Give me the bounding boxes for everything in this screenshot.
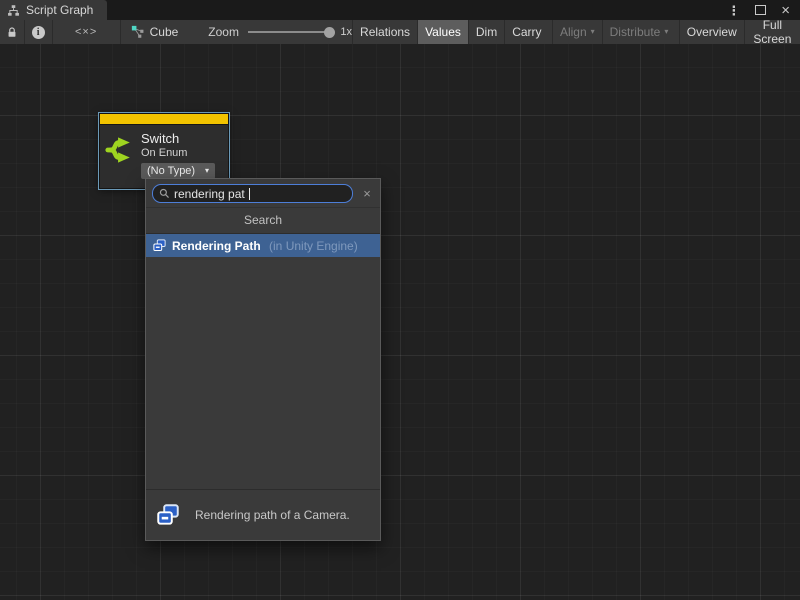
- graph-owner-label: Cube: [150, 25, 179, 39]
- tab-label: Script Graph: [26, 3, 93, 17]
- chevron-down-icon: ▾: [664, 28, 668, 36]
- graph-toolbar: i <×> Cube Zoom 1x Relat: [0, 20, 800, 44]
- result-row-rendering-path[interactable]: Rendering Path (in Unity Engine): [146, 234, 380, 257]
- zoom-slider[interactable]: [248, 20, 331, 44]
- graph-hierarchy-icon: [7, 4, 20, 17]
- code-icon: <×>: [75, 26, 97, 38]
- result-description: Rendering path of a Camera.: [195, 508, 350, 522]
- enum-icon: [155, 502, 181, 528]
- enum-icon: [152, 238, 167, 253]
- search-input[interactable]: rendering pat: [152, 184, 353, 203]
- maximize-icon[interactable]: [755, 5, 766, 15]
- tab-bar: Script Graph ⋮ ×: [0, 0, 800, 20]
- zoom-label: Zoom: [208, 20, 239, 44]
- search-query-text: rendering pat: [174, 187, 245, 201]
- carry-button[interactable]: Carry: [504, 20, 548, 44]
- toolbar-button-group: Relations Values Dim Carry Align ▾ Distr…: [352, 20, 800, 44]
- zoom-slider-track: [248, 31, 331, 33]
- info-button[interactable]: i: [24, 20, 51, 44]
- window-controls: ⋮ ×: [727, 0, 800, 20]
- node-subtitle: On Enum: [141, 146, 215, 160]
- fuzzy-finder-popup: rendering pat × Search Rendering Path (i…: [145, 178, 381, 541]
- zoom-slider-handle[interactable]: [324, 27, 335, 38]
- graph-canvas[interactable]: Switch On Enum (No Type) ▾: [0, 44, 800, 600]
- relations-button[interactable]: Relations: [352, 20, 417, 44]
- distribute-dropdown-button[interactable]: Distribute ▾: [602, 20, 676, 44]
- branch-arrows-icon: [104, 135, 134, 165]
- dim-button[interactable]: Dim: [468, 20, 504, 44]
- chevron-down-icon: ▾: [591, 28, 595, 36]
- result-name: Rendering Path: [172, 239, 261, 253]
- clear-search-icon[interactable]: ×: [361, 186, 373, 201]
- lock-icon: [6, 26, 18, 39]
- tab-script-graph[interactable]: Script Graph: [0, 0, 107, 20]
- text-caret: [249, 188, 250, 200]
- fullscreen-button[interactable]: Full Screen: [744, 20, 800, 44]
- values-button[interactable]: Values: [417, 20, 468, 44]
- search-icon: [159, 188, 170, 199]
- finder-description-footer: Rendering path of a Camera.: [146, 489, 380, 540]
- unity-script-graph-window: Script Graph ⋮ × i <×>: [0, 0, 800, 600]
- finder-search-row: rendering pat ×: [146, 179, 380, 208]
- switch-node-text: Switch On Enum (No Type) ▾: [141, 131, 215, 179]
- type-dropdown-label: (No Type): [147, 165, 195, 177]
- info-icon: i: [32, 26, 45, 39]
- close-icon[interactable]: ×: [781, 3, 790, 18]
- lock-button[interactable]: [0, 20, 24, 44]
- graph-owner-reference[interactable]: Cube: [131, 20, 179, 44]
- node-title: Switch: [141, 131, 215, 146]
- code-preview-button[interactable]: <×>: [53, 20, 120, 44]
- finder-section-header: Search: [146, 208, 380, 234]
- type-dropdown[interactable]: (No Type) ▾: [141, 163, 215, 179]
- result-context: (in Unity Engine): [266, 239, 358, 253]
- graph-node-icon: [131, 25, 145, 39]
- separator: [120, 20, 121, 44]
- finder-empty-area: [146, 257, 380, 489]
- chevron-down-icon: ▾: [205, 167, 209, 175]
- align-dropdown-button[interactable]: Align ▾: [552, 20, 602, 44]
- switch-node-header: [100, 114, 228, 125]
- zoom-value: 1x: [340, 20, 352, 44]
- overview-button[interactable]: Overview: [679, 20, 744, 44]
- window-menu-icon[interactable]: ⋮: [727, 4, 740, 17]
